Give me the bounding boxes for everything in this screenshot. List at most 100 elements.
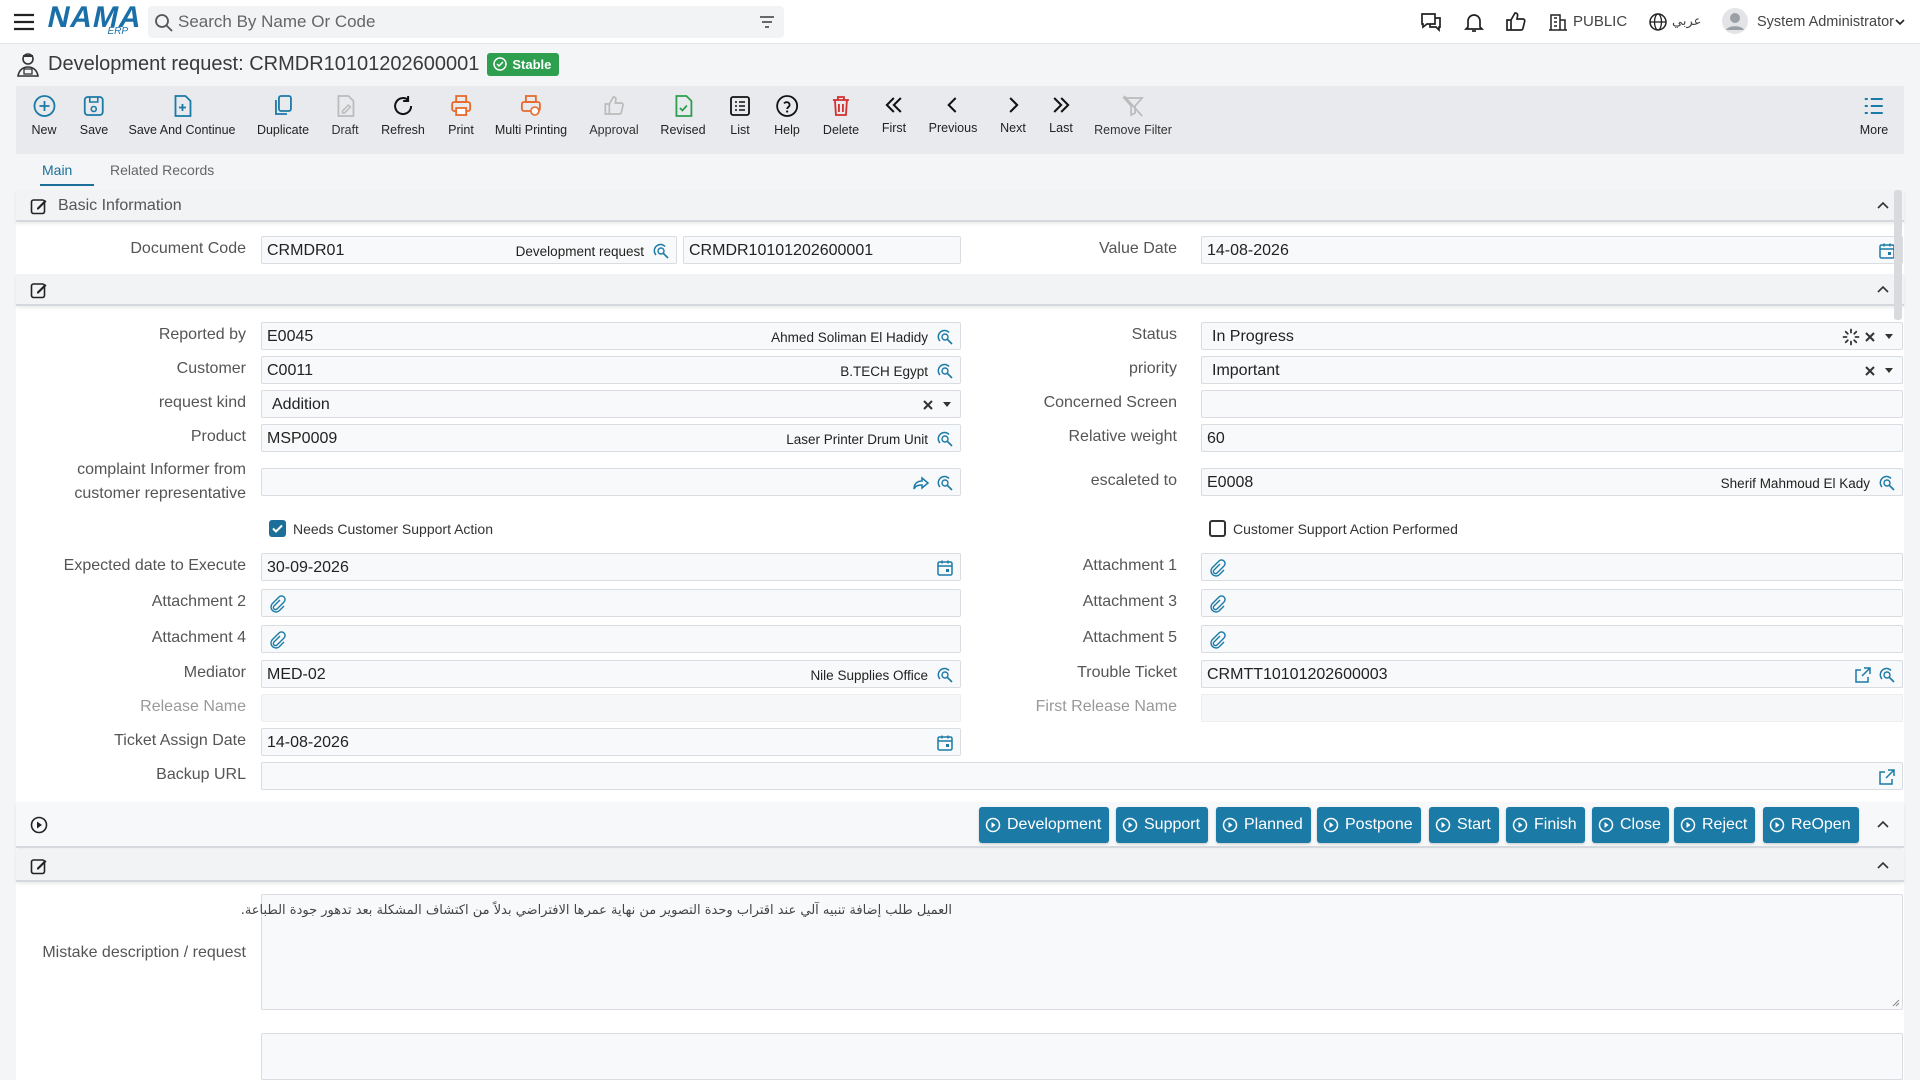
concerned-screen-field[interactable] xyxy=(1201,390,1903,418)
attachment-5-field[interactable] xyxy=(1201,625,1903,653)
postpone-button[interactable]: Postpone xyxy=(1317,807,1421,843)
lookup-icon[interactable] xyxy=(936,474,954,492)
calendar-icon[interactable] xyxy=(936,559,954,577)
save-and-continue-button[interactable]: Save And Continue xyxy=(128,94,236,137)
refresh-button[interactable]: Refresh xyxy=(381,94,425,137)
attachment-3-field[interactable] xyxy=(1201,589,1903,617)
support-performed-checkbox[interactable]: Customer Support Action Performed xyxy=(1209,520,1458,537)
lookup-icon[interactable] xyxy=(1878,474,1896,492)
clear-icon[interactable] xyxy=(1864,331,1876,343)
chevron-up-icon[interactable] xyxy=(1876,818,1890,832)
reported-by-field[interactable]: E0045 Ahmed Soliman El Hadidy xyxy=(261,322,961,350)
share-icon[interactable] xyxy=(912,474,930,492)
more-button[interactable]: More xyxy=(1860,94,1888,137)
paperclip-icon[interactable] xyxy=(268,631,286,649)
logo[interactable]: NAMA ERP xyxy=(45,1,146,39)
attachment-4-field[interactable] xyxy=(261,625,961,653)
new-button[interactable]: New xyxy=(31,94,57,137)
caret-down-icon[interactable] xyxy=(942,401,952,409)
external-link-icon[interactable] xyxy=(1878,768,1896,786)
checkbox-unchecked[interactable] xyxy=(1209,520,1226,537)
customer-field[interactable]: C0011 B.TECH Egypt xyxy=(261,356,961,384)
complaint-informer-field[interactable] xyxy=(261,468,961,496)
remove-filter-button[interactable]: Remove Filter xyxy=(1094,94,1172,137)
planned-button[interactable]: Planned xyxy=(1216,807,1311,843)
expected-date-field[interactable]: 30-09-2026 xyxy=(261,553,961,581)
document-number-field[interactable]: CRMDR10101202600001 xyxy=(683,236,961,264)
visibility-label[interactable]: PUBLIC xyxy=(1573,13,1627,30)
chevron-up-icon[interactable] xyxy=(1876,199,1890,213)
tab-main[interactable]: Main xyxy=(42,162,72,178)
priority-select[interactable]: Important xyxy=(1201,356,1903,384)
last-button[interactable]: Last xyxy=(1049,94,1073,135)
chat-icon[interactable] xyxy=(1419,10,1443,34)
filter-icon[interactable] xyxy=(758,13,776,31)
details-section-header[interactable] xyxy=(16,274,1904,306)
resize-handle-icon[interactable] xyxy=(1890,997,1900,1007)
save-button[interactable]: Save xyxy=(80,94,108,137)
checkbox-checked[interactable] xyxy=(269,520,286,537)
attachment-1-field[interactable] xyxy=(1201,553,1903,581)
close-button[interactable]: Close xyxy=(1592,807,1669,843)
lookup-icon[interactable] xyxy=(936,328,954,346)
escalated-to-field[interactable]: E0008 Sherif Mahmoud El Kady xyxy=(1201,468,1903,496)
lookup-icon[interactable] xyxy=(1878,666,1896,684)
paperclip-icon[interactable] xyxy=(268,595,286,613)
calendar-icon[interactable] xyxy=(936,734,954,752)
approval-button[interactable]: Approval xyxy=(589,94,639,137)
value-date-field[interactable]: 14-08-2026 xyxy=(1201,236,1903,264)
external-link-icon[interactable] xyxy=(1854,666,1872,684)
lookup-icon[interactable] xyxy=(936,430,954,448)
user-name[interactable]: System Administrator xyxy=(1757,14,1894,30)
chevron-up-icon[interactable] xyxy=(1876,283,1890,297)
status-select[interactable]: In Progress xyxy=(1201,322,1903,350)
search-input[interactable] xyxy=(178,10,738,34)
language-switch[interactable]: عربي xyxy=(1672,14,1701,29)
help-button[interactable]: Help xyxy=(774,94,800,137)
start-button[interactable]: Start xyxy=(1429,807,1499,843)
reopen-button[interactable]: ReOpen xyxy=(1763,807,1859,843)
menu-icon[interactable] xyxy=(12,10,36,34)
previous-button[interactable]: Previous xyxy=(929,94,977,135)
description-textarea[interactable]: العميل طلب إضافة تنبيه آلي عند اقتراب وح… xyxy=(241,894,1903,1010)
duplicate-button[interactable]: Duplicate xyxy=(257,94,309,137)
thumbs-up-icon[interactable] xyxy=(1504,10,1528,34)
chevron-down-icon[interactable] xyxy=(1894,16,1906,28)
trouble-ticket-field[interactable]: CRMTT10101202600003 xyxy=(1201,660,1903,688)
avatar[interactable] xyxy=(1722,8,1748,34)
reject-button[interactable]: Reject xyxy=(1674,807,1756,843)
mediator-field[interactable]: MED-02 Nile Supplies Office xyxy=(261,660,961,688)
lookup-icon[interactable] xyxy=(936,362,954,380)
additional-notes-textarea[interactable] xyxy=(261,1033,1903,1080)
support-button[interactable]: Support xyxy=(1116,807,1209,843)
list-button[interactable]: List xyxy=(728,94,752,137)
description-section-header[interactable] xyxy=(16,850,1904,882)
clear-icon[interactable] xyxy=(922,399,934,411)
backup-url-field[interactable] xyxy=(261,762,1903,790)
delete-button[interactable]: Delete xyxy=(823,94,859,137)
development-button[interactable]: Development xyxy=(979,807,1110,843)
tab-related-records[interactable]: Related Records xyxy=(110,162,214,178)
paperclip-icon[interactable] xyxy=(1208,631,1226,649)
next-button[interactable]: Next xyxy=(1000,94,1026,135)
form-scrollbar[interactable] xyxy=(1894,190,1902,320)
first-button[interactable]: First xyxy=(882,94,906,135)
request-kind-select[interactable]: Addition xyxy=(261,390,961,418)
revised-button[interactable]: Revised xyxy=(660,94,706,137)
bell-icon[interactable] xyxy=(1462,10,1486,34)
document-code-field[interactable]: CRMDR01 Development request xyxy=(261,236,677,264)
product-field[interactable]: MSP0009 Laser Printer Drum Unit xyxy=(261,424,961,452)
paperclip-icon[interactable] xyxy=(1208,595,1226,613)
lookup-icon[interactable] xyxy=(652,242,670,260)
caret-down-icon[interactable] xyxy=(1884,333,1894,341)
clear-icon[interactable] xyxy=(1864,365,1876,377)
relative-weight-field[interactable]: 60 xyxy=(1201,424,1903,452)
attachment-2-field[interactable] xyxy=(261,589,961,617)
ticket-assign-date-field[interactable]: 14-08-2026 xyxy=(261,728,961,756)
finish-button[interactable]: Finish xyxy=(1506,807,1585,843)
caret-down-icon[interactable] xyxy=(1884,367,1894,375)
basic-info-section-header[interactable]: Basic Information xyxy=(16,190,1904,222)
draft-button[interactable]: Draft xyxy=(331,94,359,137)
lookup-icon[interactable] xyxy=(936,666,954,684)
needs-support-checkbox[interactable]: Needs Customer Support Action xyxy=(269,520,493,537)
